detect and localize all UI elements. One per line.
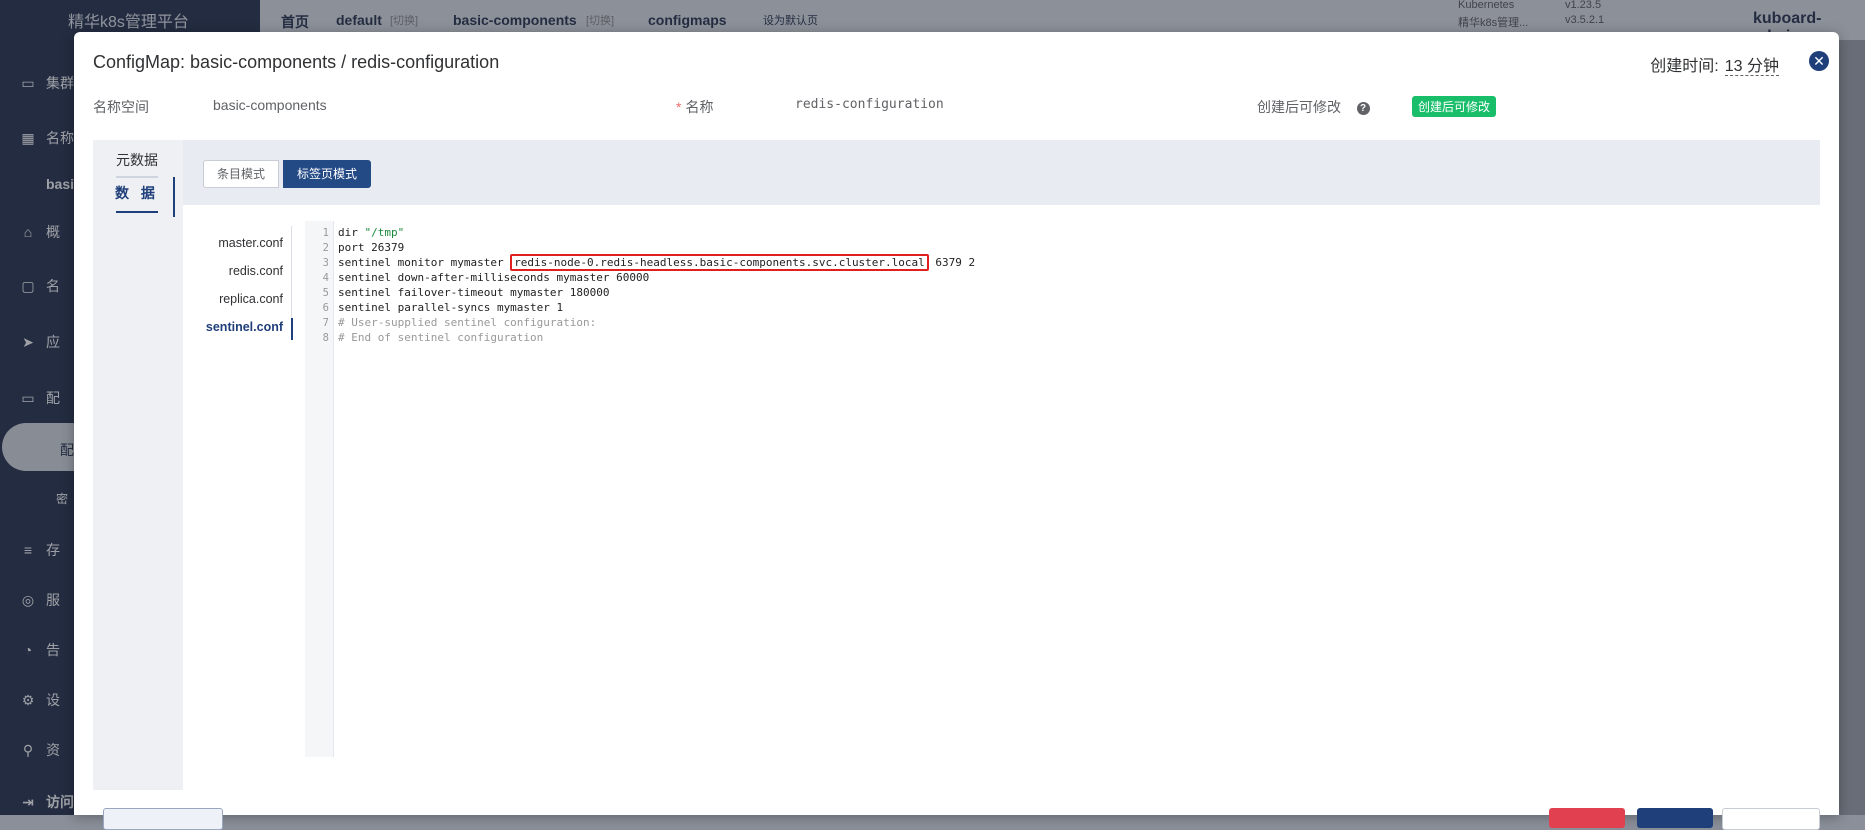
code-line-comment: # End of sentinel configuration (338, 331, 544, 344)
namespace-value: basic-components (213, 97, 327, 113)
code-line: port 26379 (338, 241, 405, 254)
tab-data[interactable]: 数 据 (113, 183, 161, 213)
cancel-button[interactable] (1722, 808, 1820, 830)
data-content: 条目模式 标签页模式 master.conf redis.conf replic… (183, 140, 1820, 790)
editable-label: 创建后可修改 ? (1257, 97, 1370, 117)
left-tab-list: 元数据 数 据 (93, 140, 173, 790)
code-line: sentinel failover-timeout mymaster 18000… (338, 286, 610, 299)
file-tab-divider (291, 226, 292, 326)
active-tab-indicator (173, 177, 175, 217)
file-tab-sentinel[interactable]: sentinel.conf (206, 320, 283, 334)
code-line: sentinel down-after-milliseconds mymaste… (338, 271, 650, 284)
highlighted-hostname: redis-node-0.redis-headless.basic-compon… (510, 254, 929, 271)
required-mark: * (676, 99, 682, 115)
configmap-dialog: ConfigMap: basic-components / redis-conf… (74, 32, 1839, 830)
namespace-label: 名称空间 (93, 99, 149, 115)
file-tab-redis[interactable]: redis.conf (229, 264, 283, 278)
code-line: dir "/tmp" (338, 226, 405, 239)
created-label: 创建时间: (1650, 58, 1719, 75)
code-line: sentinel parallel-syncs mymaster 1 (338, 301, 564, 314)
delete-button[interactable] (1549, 808, 1625, 828)
name-label: * 名称 (676, 99, 714, 115)
item-mode-button[interactable]: 条目模式 (203, 160, 280, 188)
mode-toolbar: 条目模式 标签页模式 (183, 140, 1820, 205)
file-tab-replica[interactable]: replica.conf (219, 292, 283, 306)
dialog-body: 元数据 数 据 条目模式 标签页模式 master.conf redis.con… (93, 140, 1820, 790)
help-icon[interactable]: ? (1356, 101, 1370, 115)
tab-metadata[interactable]: 元数据 (113, 150, 161, 178)
code-line: sentinel monitor mymaster redis-node-0.r… (338, 254, 976, 271)
created-value: 13 分钟 (1724, 58, 1779, 76)
editable-tag: 创建后可修改 (1412, 96, 1497, 117)
created-time: 创建时间: 13 分钟 (1650, 52, 1779, 76)
edit-button[interactable] (1637, 808, 1713, 828)
active-file-indicator (291, 318, 293, 340)
tab-mode-button[interactable]: 标签页模式 (283, 160, 372, 188)
dialog-title: ConfigMap: basic-components / redis-conf… (93, 52, 500, 72)
code-line-comment: # User-supplied sentinel configuration: (338, 316, 597, 329)
name-value: redis-configuration (795, 97, 944, 112)
line-number-gutter: 1 2 3 4 5 6 7 8 (305, 221, 334, 757)
footer-left-button[interactable] (103, 808, 223, 830)
close-button[interactable]: ✕ (1809, 51, 1829, 71)
code-editor[interactable]: 1 2 3 4 5 6 7 8 dir "/tmp" port 26379 se… (305, 221, 1820, 757)
file-tab-master[interactable]: master.conf (218, 236, 283, 250)
